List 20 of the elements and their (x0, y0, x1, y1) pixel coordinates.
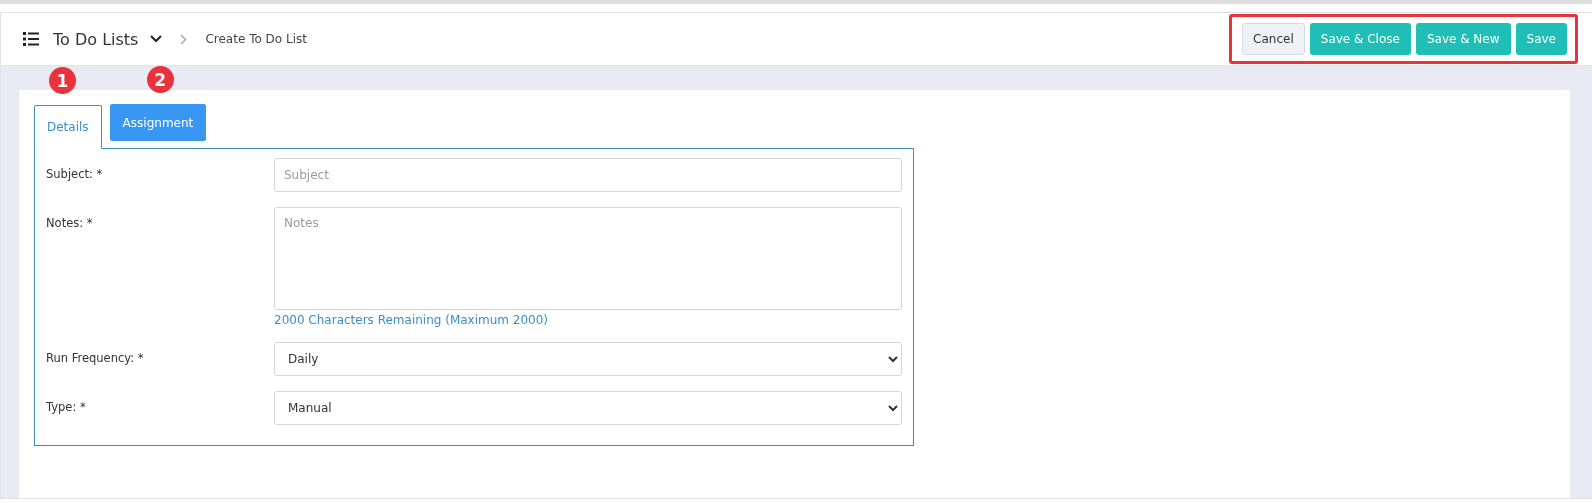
character-counter: 2000 Characters Remaining (Maximum 2000) (274, 313, 550, 327)
field-label: Subject: * (46, 166, 104, 181)
step-badge: 1 (49, 67, 76, 94)
save-button[interactable]: Save & New (1415, 23, 1511, 55)
breadcrumb-text: Create To Do List (205, 32, 307, 46)
save-button[interactable]: Save (1515, 23, 1567, 55)
dropdown-field[interactable]: Manual (274, 391, 902, 425)
field-label: Type: * (46, 399, 87, 414)
field-label: Notes: * (46, 215, 94, 230)
dropdown-field[interactable]: Daily (274, 342, 902, 376)
cancel-button[interactable]: Cancel (1242, 23, 1305, 55)
input-field[interactable]: Subject (274, 158, 902, 192)
page-title: To Do Lists (53, 29, 139, 49)
text-area[interactable]: Notes (274, 207, 902, 310)
list-icon[interactable] (23, 32, 39, 46)
field-label: Run Frequency: * (46, 350, 145, 365)
chevron-down-icon[interactable] (150, 35, 163, 43)
save-button[interactable]: Save & Close (1309, 23, 1411, 55)
step-badge: 2 (146, 66, 174, 93)
breadcrumb-separator-icon (180, 33, 188, 45)
